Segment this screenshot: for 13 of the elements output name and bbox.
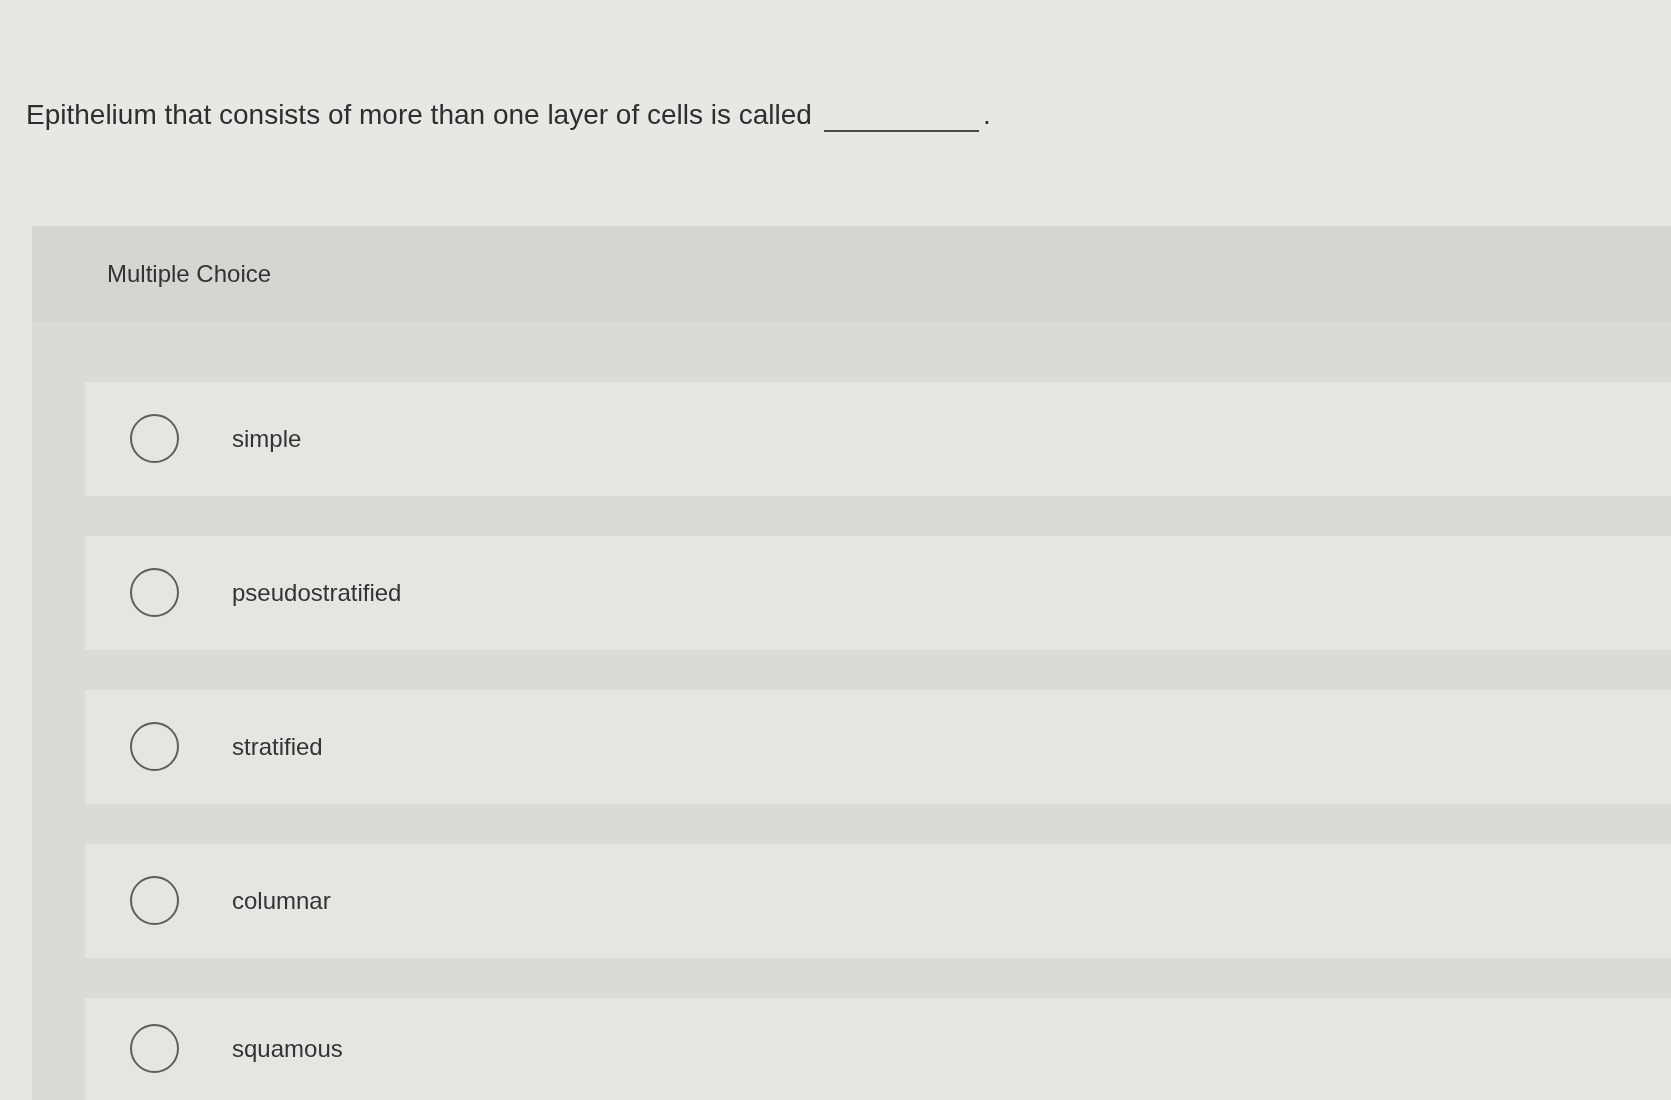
- radio-button[interactable]: [130, 568, 179, 618]
- radio-button[interactable]: [130, 414, 179, 464]
- radio-button[interactable]: [130, 722, 179, 772]
- answer-option[interactable]: simple: [85, 381, 1671, 496]
- radio-button[interactable]: [130, 876, 179, 926]
- question-text: Epithelium that consists of more than one layer of cells is called: [26, 98, 812, 132]
- answer-option[interactable]: stratified: [85, 689, 1671, 804]
- radio-button[interactable]: [130, 1024, 179, 1074]
- period-text: .: [982, 98, 991, 132]
- answer-option[interactable]: columnar: [85, 843, 1671, 958]
- answer-option[interactable]: squamous: [85, 997, 1671, 1100]
- answer-option[interactable]: pseudostratified: [85, 535, 1671, 650]
- question-type-label: Multiple Choice: [107, 258, 272, 289]
